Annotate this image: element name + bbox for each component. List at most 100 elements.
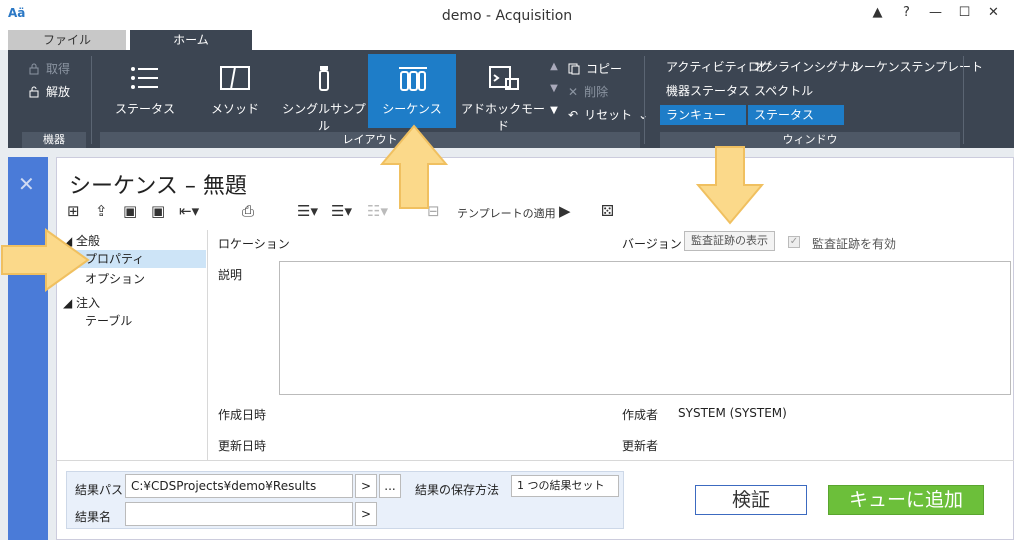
sequence-panel: シーケンス – 無題 ⊞ ⇪ ▣ ▣ ⇤▾ ⎙ ☰▾ ☰▾ ☷▾ ⊟ テンプレー… [56,157,1014,540]
adhoc-icon [489,66,519,90]
title-bar: Aä demo - Acquisition ▲ ? — ☐ ✕ [0,0,1014,30]
created-by-value: SYSTEM (SYSTEM) [678,406,787,420]
window-controls: ▲ ? — ☐ ✕ [863,5,1008,20]
tree-item-table[interactable]: テーブル [63,312,132,330]
open-icon[interactable]: ⇪ [95,202,108,220]
result-path-arrow-button[interactable]: > [355,474,377,498]
results-box: 結果パス C:¥CDSProjects¥demo¥Results > ... 結… [66,471,624,529]
ribbon-separator [91,56,92,144]
new-icon[interactable]: ⊞ [67,202,80,220]
divider [57,460,1014,461]
gallery-scroll[interactable]: ▲ ▼ ▼ [548,56,560,126]
result-name-input[interactable] [125,502,353,526]
release-button[interactable]: 解放 [28,83,70,100]
method-button[interactable]: メソッド [198,54,272,128]
expand-gallery-icon[interactable]: ▼ [548,100,560,122]
window-online-signal[interactable]: オンラインシグナル [748,57,862,77]
show-audit-button[interactable]: 監査証跡の表示 [684,231,775,251]
save-method-label: 結果の保存方法 [415,483,500,497]
status-layout-label: ステータス [114,102,175,116]
maximize-icon[interactable]: ☐ [950,5,979,20]
highlight-arrow-down [696,146,764,225]
created-at-label: 作成日時 [218,408,267,422]
undo-icon: ↶ [568,107,579,122]
location-label: ロケーション [218,237,290,251]
ribbon-tabs: ファイル ホーム [0,30,1014,50]
reset-label: リセット [584,108,633,122]
result-path-input[interactable]: C:¥CDSProjects¥demo¥Results [125,474,353,498]
copy-button[interactable]: コピー [568,60,622,77]
lock-icon [29,63,39,74]
window-device-status[interactable]: 機器ステータス [660,81,750,101]
help-icon[interactable]: ? [892,5,921,20]
divider [207,230,208,460]
group-label-device: 機器 [22,132,86,148]
created-by-label: 作成者 [622,408,659,422]
window-status[interactable]: ステータス [748,105,844,125]
save-icon[interactable]: ▣ [123,202,137,220]
book-icon [220,66,250,90]
single-sample-label: シングルサンプル [282,102,366,133]
scroll-up-icon[interactable]: ▲ [548,56,560,78]
tab-file[interactable]: ファイル [8,30,126,50]
collapse-ribbon-icon[interactable]: ▲ [863,5,892,20]
ribbon-separator [963,56,964,144]
adhoc-mode-label: アドホックモード [460,102,545,133]
list-icon [131,67,158,89]
audit-enable-label: 監査証跡を有効 [812,237,897,251]
highlight-arrow-right [1,228,90,292]
audit-checkbox[interactable]: ✓ [788,236,800,248]
vials-icon [399,67,427,91]
delete-icon: ✕ [568,84,579,99]
tree-group-injection[interactable]: ◢ 注入 [63,294,203,312]
close-icon[interactable]: ✕ [979,5,1008,20]
adhoc-mode-button[interactable]: アドホックモード [460,54,546,133]
dice-icon[interactable]: ⚄ [601,202,614,220]
tree-injection-label: 注入 [76,296,101,310]
save-as-icon[interactable]: ▣ [151,202,165,220]
result-name-label: 結果名 [75,510,112,524]
reset-button[interactable]: ↶ リセット ⌄ [568,106,648,123]
minimize-icon[interactable]: — [921,5,950,20]
close-panel-icon[interactable]: ✕ [18,172,35,196]
insert-row-icon[interactable]: ☰▾ [297,202,318,220]
acquire-label: 取得 [46,62,71,76]
tab-home[interactable]: ホーム [130,30,252,50]
validate-button[interactable]: 検証 [695,485,807,515]
updated-at-label: 更新日時 [218,439,267,453]
print-icon[interactable]: ⎙ [242,202,254,220]
window-title: demo - Acquisition [441,8,573,24]
status-layout-button[interactable]: ステータス [108,54,182,128]
version-label: バージョン [622,237,682,251]
import-icon[interactable]: ⇤▾ [179,202,199,220]
sequence-button[interactable]: シーケンス [368,54,456,128]
description-label: 説明 [218,268,243,282]
toolbar: ⊞ ⇪ ▣ ▣ ⇤▾ ⎙ ☰▾ ☰▾ ☷▾ ⊟ テンプレートの適用 ▶ ⚄ [67,202,667,224]
window-run-queue[interactable]: ランキュー [660,105,746,125]
vial-icon [319,66,329,91]
add-to-queue-button[interactable]: キューに追加 [828,485,984,515]
page-title: シーケンス – 無題 [69,174,247,199]
delete-button[interactable]: ✕ 削除 [568,83,608,100]
single-sample-button[interactable]: シングルサンプル [280,54,368,133]
save-method-select[interactable]: 1 つの結果セット [511,475,619,497]
unlock-icon [29,86,39,97]
sequence-label: シーケンス [382,102,442,116]
side-strip: ✕ [8,157,48,540]
delete-row-icon[interactable]: ☰▾ [331,202,352,220]
browse-button[interactable]: ... [379,474,401,498]
method-label: メソッド [210,102,259,116]
copy-label: コピー [586,62,623,76]
result-name-arrow-button[interactable]: > [355,502,377,526]
group-label-layout: レイアウト [100,132,640,148]
apply-template-label[interactable]: テンプレートの適用 [457,205,556,221]
result-path-label: 結果パス [75,483,124,497]
highlight-arrow-up [380,124,448,209]
ribbon-separator [644,56,645,144]
run-icon[interactable]: ▶ [559,202,571,220]
scroll-down-icon[interactable]: ▼ [548,78,560,100]
copy-icon [568,63,580,74]
window-spectrum[interactable]: スペクトル [748,81,813,101]
description-field[interactable] [279,261,1011,395]
acquire-button[interactable]: 取得 [28,60,70,77]
